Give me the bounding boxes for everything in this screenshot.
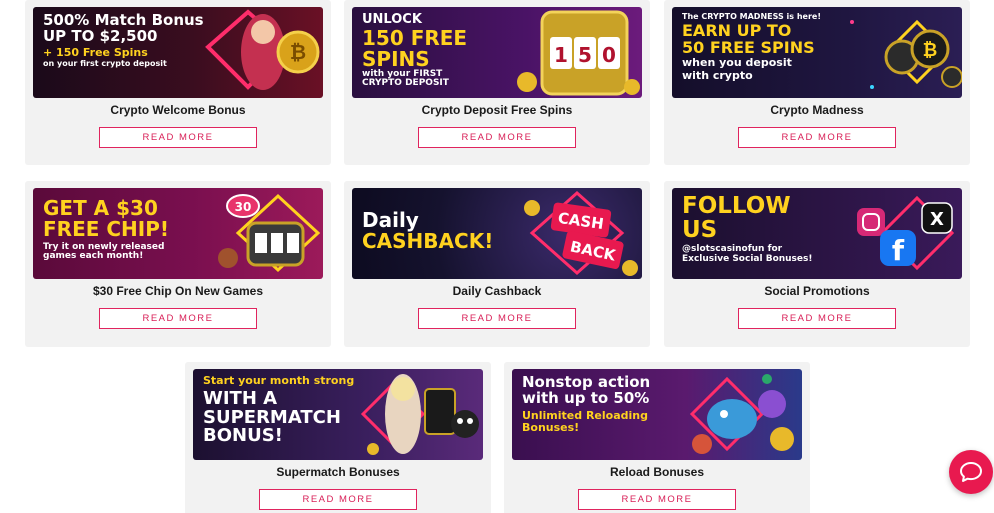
banner-line: UP TO $2,500	[43, 26, 158, 45]
banner-line: Start your month strong	[203, 374, 355, 387]
card-title: Reload Bonuses	[609, 465, 705, 479]
promo-banner[interactable]: Daily CASHBACK! CASH BACK	[352, 188, 642, 279]
read-more-button[interactable]: READ MORE	[738, 308, 896, 329]
promo-card-supermatch: Start your month strong WITH A SUPERMATC…	[185, 362, 491, 513]
banner-line: SPINS	[362, 46, 430, 71]
promo-banner[interactable]: FOLLOW US @slotscasinofun for Exclusive …	[672, 188, 962, 279]
slot-digit: 1	[554, 43, 568, 67]
banner-line: 150 FREE	[362, 25, 468, 50]
promo-card-crypto-madness: The CRYPTO MADNESS is here! EARN UP TO 5…	[664, 0, 970, 165]
banner-line: FOLLOW	[682, 193, 791, 219]
banner-line: 50 FREE SPINS	[682, 38, 815, 58]
promo-card-crypto-deposit-spins: UNLOCK 150 FREE SPINS with your FIRST CR…	[344, 0, 650, 165]
promo-banner[interactable]: Start your month strong WITH A SUPERMATC…	[193, 369, 483, 460]
promo-card-crypto-welcome: 500% Match Bonus UP TO $2,500 + 150 Free…	[25, 0, 331, 165]
card-title: Crypto Deposit Free Spins	[421, 103, 573, 117]
banner-line: WITH A	[203, 387, 278, 409]
promo-banner[interactable]: Nonstop action with up to 50% Unlimited …	[512, 369, 802, 460]
read-more-button[interactable]: READ MORE	[99, 127, 257, 148]
banner-line: US	[682, 217, 718, 244]
card-title: Daily Cashback	[452, 284, 542, 298]
banner-line: CRYPTO DEPOSIT	[362, 78, 449, 89]
card-title: $30 Free Chip On New Games	[92, 284, 264, 298]
banner-line: Exclusive Social Bonuses!	[682, 253, 813, 264]
svg-text:₿: ₿	[290, 40, 306, 64]
svg-text:X: X	[930, 209, 944, 230]
chip-value: 30	[235, 200, 252, 214]
read-more-button[interactable]: READ MORE	[578, 489, 736, 510]
banner-line: with up to 50%	[522, 388, 650, 407]
promo-banner[interactable]: GET A $30 FREE CHIP! Try it on newly rel…	[33, 188, 323, 279]
read-more-button[interactable]: READ MORE	[418, 308, 576, 329]
banner-line: with crypto	[682, 68, 753, 82]
read-more-button[interactable]: READ MORE	[738, 127, 896, 148]
banner-line: BONUS!	[203, 425, 283, 447]
card-title: Supermatch Bonuses	[276, 465, 400, 479]
banner-line: Bonuses!	[522, 421, 580, 435]
promo-banner[interactable]: UNLOCK 150 FREE SPINS with your FIRST CR…	[352, 7, 642, 98]
promo-card-free-chip: GET A $30 FREE CHIP! Try it on newly rel…	[25, 181, 331, 347]
promo-banner[interactable]: 500% Match Bonus UP TO $2,500 + 150 Free…	[33, 7, 323, 98]
banner-line: FREE CHIP!	[43, 217, 169, 241]
promo-card-social: FOLLOW US @slotscasinofun for Exclusive …	[664, 181, 970, 347]
slot-digit: 5	[578, 43, 592, 67]
banner-line: The CRYPTO MADNESS is here!	[682, 12, 821, 21]
banner-line: Daily	[362, 208, 419, 232]
banner-line: GET A $30	[43, 196, 158, 220]
chat-bubble-icon	[960, 462, 982, 482]
banner-line: on your first crypto deposit	[43, 59, 167, 69]
banner-line: CASHBACK!	[362, 229, 494, 253]
banner-line: + 150 Free Spins	[43, 45, 148, 59]
read-more-button[interactable]: READ MORE	[259, 489, 417, 510]
banner-line: when you deposit	[682, 55, 792, 69]
read-more-button[interactable]: READ MORE	[99, 308, 257, 329]
banner-line: games each month!	[43, 251, 144, 262]
svg-text:f: f	[892, 234, 905, 267]
slot-digit: 0	[602, 43, 616, 67]
promo-card-daily-cashback: Daily CASHBACK! CASH BACK Daily Cashback…	[344, 181, 650, 347]
svg-text:₿: ₿	[923, 40, 938, 61]
promo-card-reload: Nonstop action with up to 50% Unlimited …	[504, 362, 810, 513]
card-title: Crypto Welcome Bonus	[110, 103, 246, 117]
read-more-button[interactable]: READ MORE	[418, 127, 576, 148]
chat-button[interactable]	[949, 450, 993, 494]
promo-banner[interactable]: The CRYPTO MADNESS is here! EARN UP TO 5…	[672, 7, 962, 98]
card-title: Social Promotions	[764, 284, 870, 298]
card-title: Crypto Madness	[770, 103, 864, 117]
